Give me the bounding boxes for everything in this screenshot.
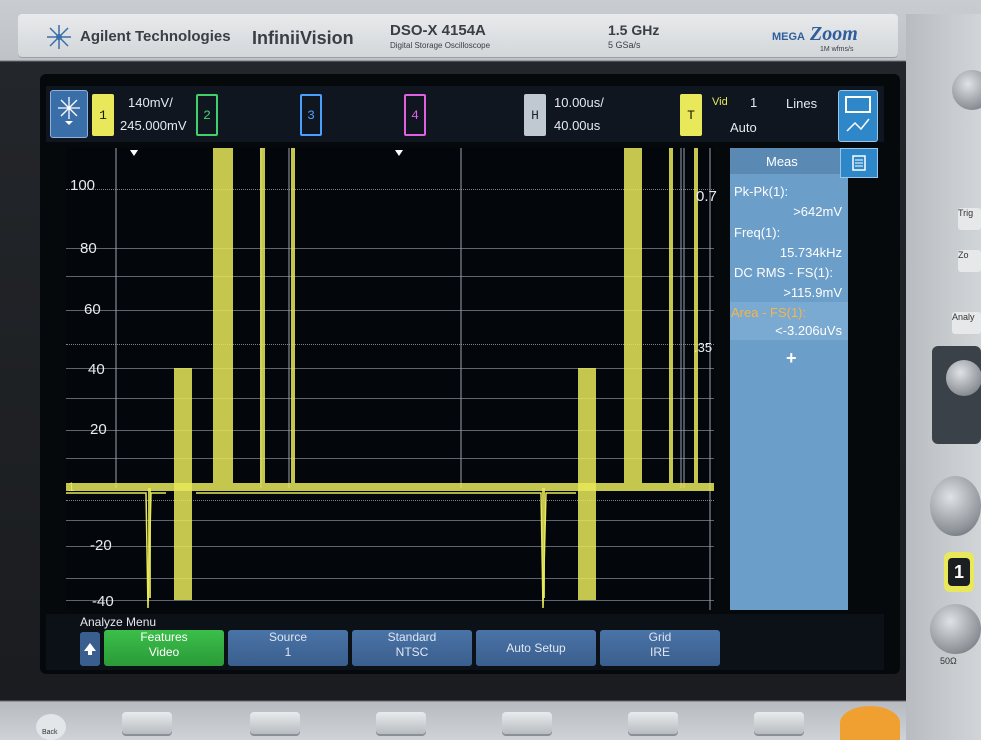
meas-area-label: Area - FS(1): xyxy=(731,305,807,320)
softkey-hw-4[interactable] xyxy=(502,712,552,734)
analyze-label: Analy xyxy=(952,312,975,322)
megazoom-word: Zoom xyxy=(810,23,858,45)
menu-title: Analyze Menu xyxy=(80,615,157,629)
softkey-source[interactable]: Source 1 xyxy=(228,630,348,666)
display-mode-button[interactable] xyxy=(838,90,878,142)
softkey-features[interactable]: Features Video xyxy=(104,630,224,666)
trig-label: Trig xyxy=(958,208,974,218)
ch1-ground-marker: 1 xyxy=(68,480,75,494)
y-label-20: 20 xyxy=(90,421,107,438)
trigger-lines-label: Lines xyxy=(786,96,818,111)
right-label-035: .35 xyxy=(694,340,713,355)
trigger-button[interactable]: T xyxy=(680,94,702,136)
ch1-hw-button[interactable]: 1 xyxy=(944,552,974,592)
meas-pkpk-value: >642mV xyxy=(793,204,842,219)
ch1-offset-knob[interactable] xyxy=(930,604,981,654)
y-label-40: 40 xyxy=(88,361,105,378)
brand-company: Agilent Technologies xyxy=(80,28,231,45)
softkey-grid-bottom: IRE xyxy=(649,645,670,659)
trigger-source: 1 xyxy=(750,95,758,110)
horizontal-button[interactable]: H xyxy=(524,94,546,136)
softkey-hw-3[interactable] xyxy=(376,712,426,734)
y-label-80: 80 xyxy=(80,240,97,257)
trigger-panel-button[interactable]: Trig xyxy=(958,208,981,230)
meas-area-value: <-3.206uVs xyxy=(775,323,842,338)
softkey-features-top: Features xyxy=(140,630,188,644)
softkey-auto-setup-label: Auto Setup xyxy=(506,641,566,655)
meas-list-button[interactable] xyxy=(840,148,878,178)
brand-sample-rate: 5 GSa/s xyxy=(608,40,641,50)
y-label-minus20: -20 xyxy=(90,537,112,554)
agilent-spark-icon xyxy=(58,97,80,125)
meas-freq-label: Freq(1): xyxy=(734,225,781,240)
agilent-logo-icon xyxy=(47,25,71,49)
back-label: Back xyxy=(42,729,58,736)
brand-bandwidth: 1.5 GHz xyxy=(608,22,660,38)
ch1-scale: 140mV/ xyxy=(128,95,173,110)
ch1-hw-label: 1 xyxy=(948,558,970,586)
ch1-offset: 245.000mV xyxy=(120,118,187,133)
trigger-type: Vid xyxy=(712,96,728,108)
brand-model-sub: Digital Storage Oscilloscope xyxy=(390,41,491,50)
softkey-features-bottom: Video xyxy=(148,645,180,659)
entry-knob[interactable] xyxy=(946,360,981,396)
list-icon xyxy=(852,155,866,171)
zoom-panel-button[interactable]: Zo xyxy=(958,250,981,272)
softkey-auto-setup[interactable]: Auto Setup xyxy=(476,630,596,666)
softkey-hw-2[interactable] xyxy=(250,712,300,734)
meas-title: Meas xyxy=(766,154,798,169)
megazoom-prefix: MEGA xyxy=(772,31,805,43)
softkey-hw-1[interactable] xyxy=(122,712,172,734)
megazoom-sub: 1M wfms/s xyxy=(820,46,854,53)
ch3-button[interactable]: 3 xyxy=(300,94,322,136)
softkey-standard-bottom: NTSC xyxy=(395,645,429,659)
meas-dcrms-label: DC RMS - FS(1): xyxy=(734,265,833,280)
softkey-standard-top: Standard xyxy=(387,630,437,644)
app-menu-button[interactable] xyxy=(50,90,88,138)
time-scale: 10.00us/ xyxy=(554,95,604,110)
impedance-label: 50Ω xyxy=(940,656,957,666)
meas-dcrms-value: >115.9mV xyxy=(783,285,842,300)
menu-up-button[interactable] xyxy=(80,632,100,666)
ch1-button[interactable]: 1 xyxy=(92,94,114,136)
brand-bar: Agilent Technologies InfiniiVision DSO-X… xyxy=(18,14,898,58)
brand-series: InfiniiVision xyxy=(252,28,354,48)
video-waveform-trace xyxy=(66,148,714,610)
meas-freq-value: 15.734kHz xyxy=(779,245,842,260)
time-delay: 40.00us xyxy=(554,118,601,133)
softkey-grid-top: Grid xyxy=(648,630,672,644)
measurements-panel: Meas Pk-Pk(1): >642mV Freq(1): 15.734kHz… xyxy=(730,148,848,610)
y-label-minus40: -40 xyxy=(92,593,114,610)
add-measurement-button[interactable]: + xyxy=(786,348,797,369)
ch4-button[interactable]: 4 xyxy=(404,94,426,136)
screen-icon xyxy=(845,96,871,132)
y-label-100: 100 xyxy=(70,177,96,194)
arrow-up-icon xyxy=(84,643,96,655)
right-label-07: 0.7 xyxy=(696,188,717,205)
softkey-standard[interactable]: Standard NTSC xyxy=(352,630,472,666)
brand-model: DSO-X 4154A xyxy=(390,22,486,39)
ch1-vertical-knob[interactable] xyxy=(930,476,981,536)
softkey-hw-5[interactable] xyxy=(628,712,678,734)
y-label-60: 60 xyxy=(84,301,101,318)
back-button[interactable]: Back xyxy=(36,714,66,740)
trigger-mode: Auto xyxy=(730,120,757,135)
ch2-button[interactable]: 2 xyxy=(196,94,218,136)
waveform-grid xyxy=(66,148,714,610)
softkey-source-bottom: 1 xyxy=(284,645,292,659)
meas-pkpk-label: Pk-Pk(1): xyxy=(734,184,789,199)
softkey-hw-6[interactable] xyxy=(754,712,804,734)
zoom-label: Zo xyxy=(958,250,969,260)
run-control-button[interactable] xyxy=(840,706,900,740)
analyze-panel-button[interactable]: Analy xyxy=(952,312,981,334)
softkey-source-top: Source xyxy=(268,630,308,644)
softkey-grid[interactable]: Grid IRE xyxy=(600,630,720,666)
